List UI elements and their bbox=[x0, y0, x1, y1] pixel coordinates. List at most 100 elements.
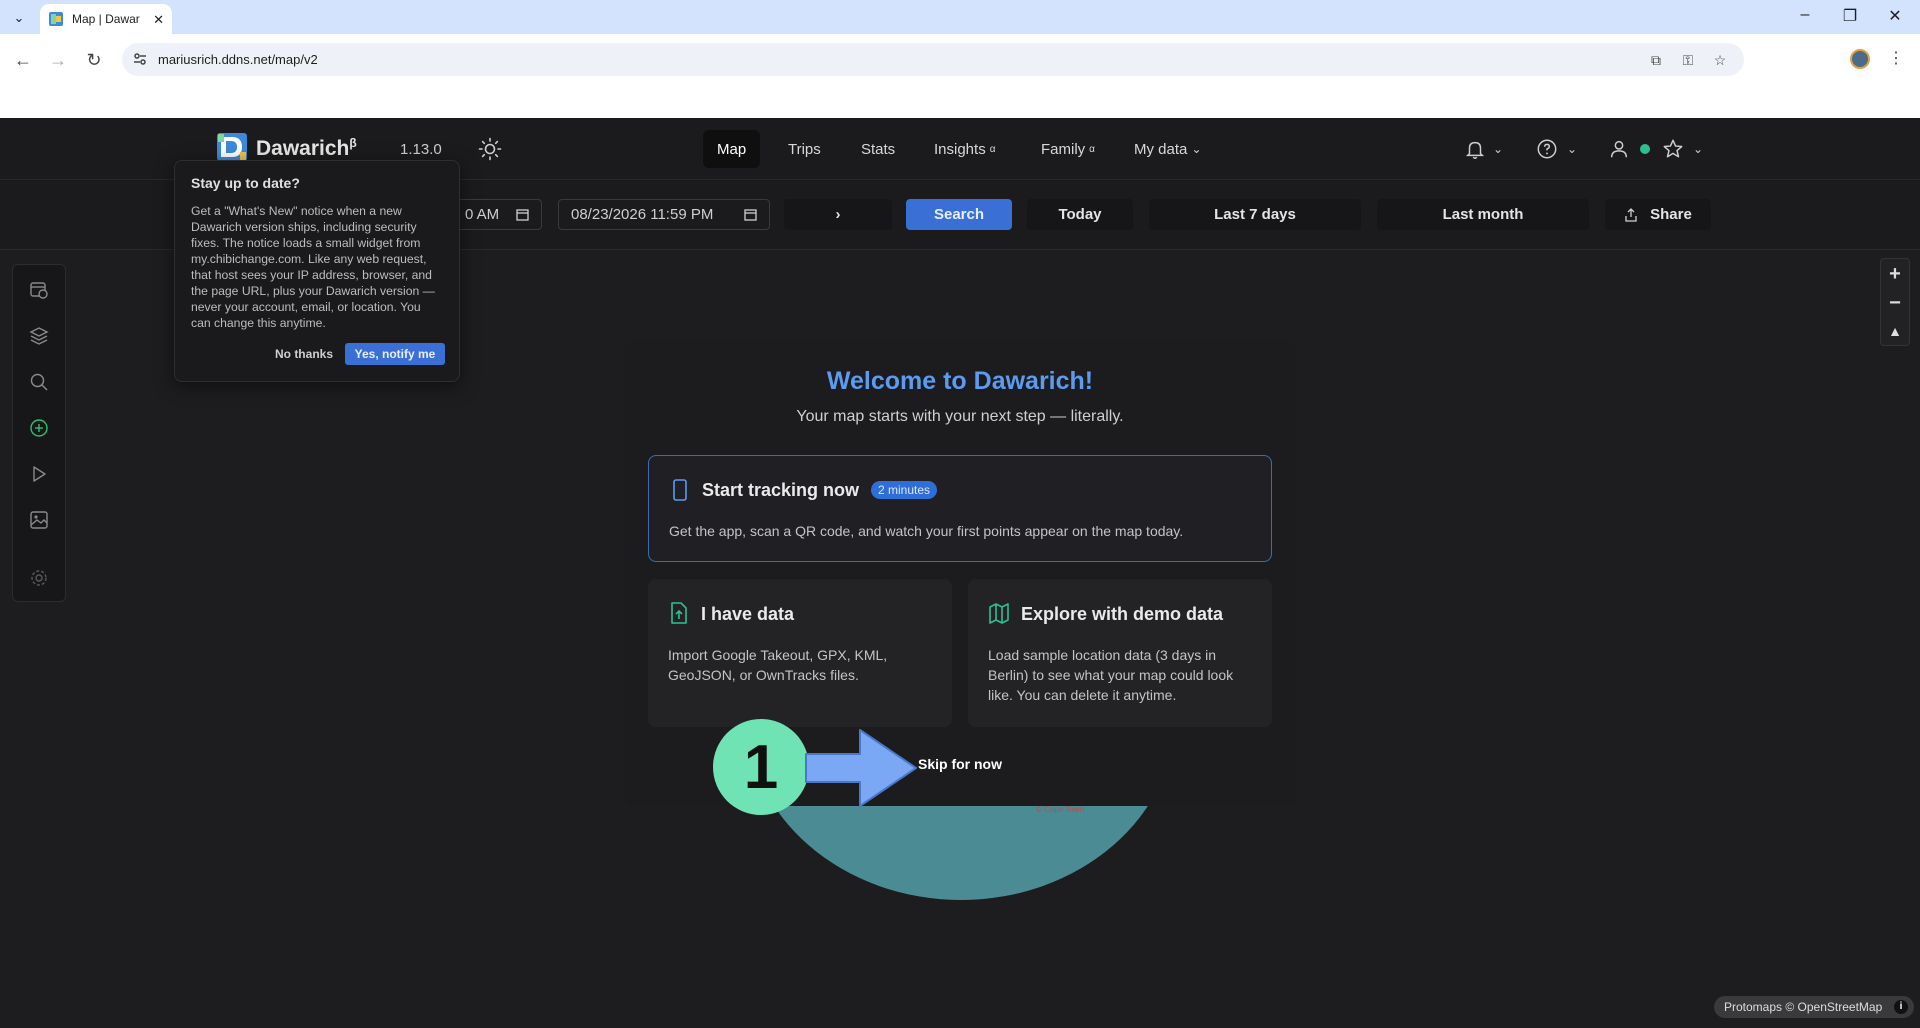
dawarich-logo-icon[interactable] bbox=[216, 132, 248, 162]
map-attribution: Protomaps © OpenStreetMap i bbox=[1714, 996, 1914, 1018]
calendar-clock-icon[interactable] bbox=[26, 277, 52, 303]
nav-insights-label: Insights bbox=[934, 140, 986, 158]
next-range-button[interactable]: › bbox=[784, 199, 892, 230]
end-date-input[interactable]: 08/23/2026 11:59 PM bbox=[558, 199, 770, 230]
brand-name[interactable]: Dawarichβ bbox=[256, 136, 357, 161]
compass-icon[interactable]: ▲ bbox=[1881, 317, 1909, 345]
site-info-icon[interactable] bbox=[132, 51, 148, 67]
chevron-down-icon[interactable]: ⌄ bbox=[1564, 136, 1580, 162]
add-circle-icon[interactable] bbox=[26, 415, 52, 441]
tab-title: Map | Dawar bbox=[72, 12, 140, 26]
window-close-icon[interactable]: ✕ bbox=[1880, 6, 1910, 26]
brand-text: Dawarich bbox=[256, 137, 350, 160]
nav-my-data-label: My data bbox=[1134, 140, 1188, 158]
calendar-icon[interactable] bbox=[516, 208, 529, 221]
nav-stats[interactable]: Stats bbox=[847, 130, 909, 168]
nav-family-label: Family bbox=[1041, 140, 1086, 158]
gear-icon[interactable] bbox=[26, 565, 52, 591]
help-icon[interactable] bbox=[1534, 136, 1560, 162]
search-icon[interactable] bbox=[26, 369, 52, 395]
online-status-dot bbox=[1638, 136, 1652, 162]
file-upload-icon bbox=[671, 602, 687, 624]
demo-title: Explore with demo data bbox=[1021, 604, 1224, 624]
last-7-days-button[interactable]: Last 7 days bbox=[1149, 199, 1361, 230]
bookmark-star-icon[interactable]: ☆ bbox=[1710, 50, 1730, 70]
password-key-icon[interactable]: ⚿ bbox=[1678, 50, 1698, 70]
last-month-button[interactable]: Last month bbox=[1377, 199, 1589, 230]
browser-toolbar: ← → ↻ mariusrich.ddns.net/map/v2 ⧉ ⚿ ☆ bbox=[0, 34, 1920, 118]
demo-data-card[interactable]: Explore with demo data Load sample locat… bbox=[968, 579, 1272, 727]
popup-body: Get a "What's New" notice when a new Daw… bbox=[191, 204, 435, 330]
map-tools-sidebar bbox=[12, 264, 66, 602]
map-place-label: © Cape Town bbox=[1036, 805, 1084, 814]
browser-tab[interactable]: Map | Dawar ✕ bbox=[40, 4, 172, 34]
chevron-down-icon[interactable]: ⌄ bbox=[1690, 136, 1706, 162]
play-icon[interactable] bbox=[26, 461, 52, 487]
nav-map[interactable]: Map bbox=[703, 130, 761, 168]
share-label: Share bbox=[1650, 206, 1692, 223]
step-number-badge: 1 bbox=[713, 719, 809, 815]
browser-tab-bar: ⌄ Map | Dawar ✕ – ❐ ✕ bbox=[0, 0, 1920, 34]
phone-icon bbox=[673, 479, 687, 501]
whats-new-popup: Stay up to date? Get a "What's New" noti… bbox=[174, 160, 460, 382]
yes-notify-button[interactable]: Yes, notify me bbox=[345, 343, 445, 365]
start-date-value: 0 AM bbox=[465, 206, 500, 223]
sun-icon[interactable] bbox=[478, 137, 502, 161]
star-icon[interactable] bbox=[1660, 136, 1686, 162]
nav-insights-alpha: α bbox=[989, 143, 996, 155]
duration-badge: 2 minutes bbox=[871, 481, 938, 499]
share-icon bbox=[1625, 207, 1637, 222]
calendar-icon[interactable] bbox=[744, 208, 757, 221]
minimize-icon[interactable]: – bbox=[1790, 6, 1820, 24]
attribution-text[interactable]: Protomaps © OpenStreetMap bbox=[1724, 1000, 1882, 1014]
nav-my-data[interactable]: My data ⌄ bbox=[1120, 130, 1216, 168]
no-thanks-button[interactable]: No thanks bbox=[269, 347, 339, 361]
tab-close-icon[interactable]: ✕ bbox=[153, 12, 164, 28]
dawarich-favicon-icon bbox=[49, 12, 63, 26]
today-button[interactable]: Today bbox=[1027, 199, 1133, 230]
zoom-controls: + − ▲ bbox=[1880, 258, 1910, 346]
popup-title: Stay up to date? bbox=[191, 175, 300, 191]
layers-icon[interactable] bbox=[26, 323, 52, 349]
start-date-input[interactable]: 0 AM bbox=[446, 199, 542, 230]
install-app-icon[interactable]: ⧉ bbox=[1646, 50, 1666, 70]
map-icon bbox=[989, 603, 1009, 624]
modal-subtitle: Your map starts with your next step — li… bbox=[796, 408, 1124, 425]
zoom-in-icon[interactable]: + bbox=[1881, 260, 1909, 288]
chevron-down-icon[interactable]: ⌄ bbox=[1490, 136, 1506, 162]
reload-icon[interactable]: ↻ bbox=[80, 46, 108, 74]
zoom-out-icon[interactable]: − bbox=[1881, 289, 1909, 317]
nav-trips-label: Trips bbox=[788, 140, 821, 158]
back-icon[interactable]: ← bbox=[9, 46, 37, 74]
import-text: Import Google Takeout, GPX, KML, GeoJSON… bbox=[668, 647, 888, 683]
modal-title: Welcome to Dawarich! bbox=[826, 367, 1094, 395]
nav-insights[interactable]: Insights α bbox=[920, 130, 1009, 168]
nav-stats-label: Stats bbox=[861, 140, 896, 158]
tracking-title: Start tracking now bbox=[702, 480, 860, 500]
demo-text: Load sample location data (3 days in Ber… bbox=[988, 647, 1234, 703]
bell-icon[interactable] bbox=[1462, 136, 1488, 162]
nav-map-label: Map bbox=[717, 140, 747, 158]
end-date-value: 08/23/2026 11:59 PM bbox=[571, 206, 714, 223]
nav-family[interactable]: Family α bbox=[1027, 130, 1109, 168]
image-icon[interactable] bbox=[26, 507, 52, 533]
nav-family-alpha: α bbox=[1089, 143, 1095, 155]
info-icon[interactable]: i bbox=[1894, 1000, 1908, 1014]
browser-menu-icon[interactable]: ⋮ bbox=[1888, 48, 1904, 68]
url-text: mariusrich.ddns.net/map/v2 bbox=[158, 52, 318, 67]
tracking-text: Get the app, scan a QR code, and watch y… bbox=[669, 523, 1184, 539]
nav-trips[interactable]: Trips bbox=[774, 130, 835, 168]
start-tracking-card[interactable]: Start tracking now 2 minutes Get the app… bbox=[648, 455, 1272, 562]
restore-icon[interactable]: ❐ bbox=[1835, 6, 1865, 26]
import-title: I have data bbox=[701, 604, 795, 624]
search-button[interactable]: Search bbox=[906, 199, 1012, 230]
profile-avatar[interactable] bbox=[1850, 49, 1870, 69]
share-button[interactable]: Share bbox=[1605, 199, 1711, 230]
forward-icon[interactable]: → bbox=[44, 46, 72, 74]
arrow-right-icon bbox=[805, 729, 917, 807]
brand-beta: β bbox=[349, 136, 357, 150]
address-bar[interactable]: mariusrich.ddns.net/map/v2 ⧉ ⚿ ☆ bbox=[122, 43, 1744, 76]
tab-list-icon[interactable]: ⌄ bbox=[8, 7, 30, 29]
user-icon[interactable] bbox=[1606, 136, 1632, 162]
import-data-card[interactable]: I have data Import Google Takeout, GPX, … bbox=[648, 579, 952, 727]
